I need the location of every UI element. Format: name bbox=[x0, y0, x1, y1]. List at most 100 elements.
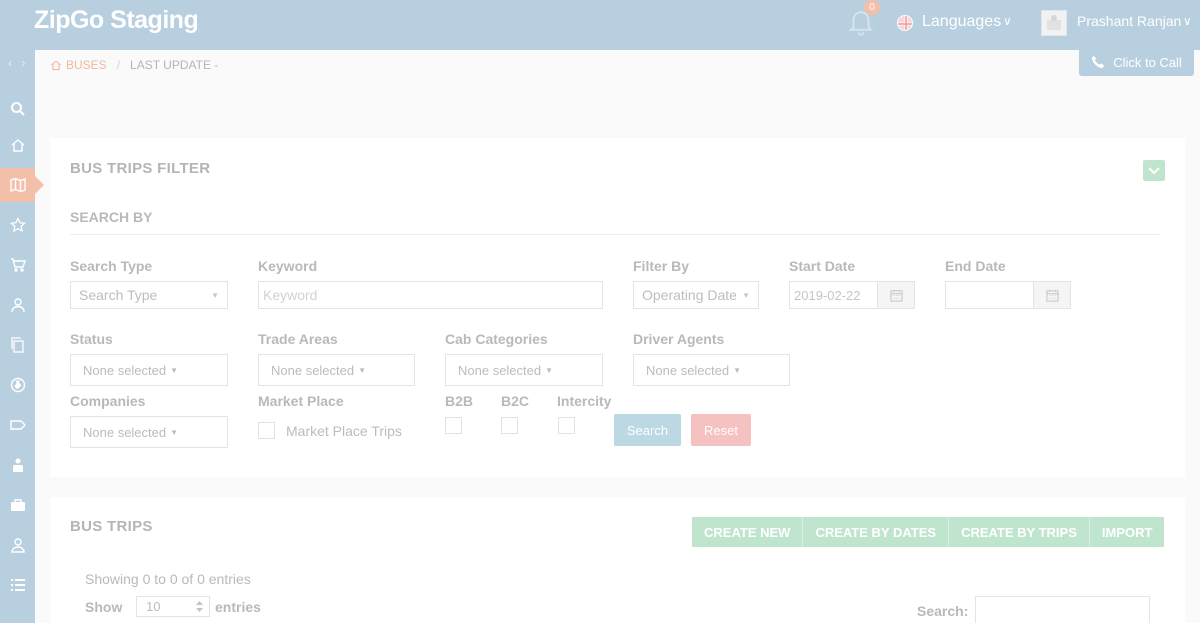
create-by-trips-button[interactable]: CREATE BY TRIPS bbox=[949, 517, 1090, 547]
search-type-select[interactable]: Search Type ▼ bbox=[70, 281, 228, 309]
search-button[interactable]: Search bbox=[614, 414, 681, 446]
search-type-label: Search Type bbox=[70, 258, 153, 274]
entries-info: Showing 0 to 0 of 0 entries bbox=[85, 571, 251, 587]
create-by-dates-button[interactable]: CREATE BY DATES bbox=[803, 517, 950, 547]
search-icon bbox=[10, 102, 25, 116]
table-search-input[interactable] bbox=[975, 596, 1150, 623]
sidebar-item-profile[interactable] bbox=[0, 528, 35, 562]
sidebar-item-tags[interactable] bbox=[0, 408, 35, 442]
intercity-label: Intercity bbox=[557, 393, 612, 409]
driver-agents-label: Driver Agents bbox=[633, 331, 725, 347]
calendar-icon[interactable] bbox=[1033, 282, 1070, 308]
avatar[interactable] bbox=[1041, 10, 1067, 36]
stepper-icon bbox=[196, 601, 203, 612]
click-to-call-button[interactable]: Click to Call bbox=[1079, 48, 1194, 76]
sidebar-item-list[interactable] bbox=[0, 568, 35, 602]
list-icon bbox=[10, 579, 25, 591]
trade-areas-multiselect[interactable]: None selected ▼ bbox=[258, 354, 415, 386]
b2b-label: B2B bbox=[445, 393, 474, 409]
cab-categories-label: Cab Categories bbox=[445, 331, 548, 347]
chevron-down-icon[interactable]: ∨ bbox=[1183, 14, 1192, 28]
driver-agents-value: None selected bbox=[646, 362, 730, 378]
sidebar-item-companies[interactable] bbox=[0, 488, 35, 522]
breadcrumb-home[interactable]: BUSES bbox=[50, 58, 107, 72]
caret-down-icon: ▼ bbox=[733, 365, 742, 375]
breadcrumb-current: LAST UPDATE - bbox=[130, 58, 219, 72]
driver-agents-multiselect[interactable]: None selected ▼ bbox=[633, 354, 790, 386]
collapse-button[interactable] bbox=[1143, 160, 1165, 181]
cart-icon bbox=[10, 258, 26, 272]
market-place-option-label: Market Place Trips bbox=[286, 423, 402, 439]
import-button[interactable]: IMPORT bbox=[1089, 517, 1165, 547]
languages-menu[interactable]: Languages bbox=[922, 13, 1001, 31]
table-search-label: Search: bbox=[917, 603, 969, 619]
status-multiselect[interactable]: None selected ▼ bbox=[70, 354, 228, 386]
trip-actions: CREATE NEW CREATE BY DATES CREATE BY TRI… bbox=[692, 517, 1165, 547]
page-size-select[interactable]: 10 bbox=[136, 596, 210, 617]
b2c-checkbox[interactable] bbox=[501, 417, 518, 434]
bus-trips-title: BUS TRIPS bbox=[70, 518, 153, 535]
filter-panel-title: BUS TRIPS FILTER bbox=[70, 160, 211, 177]
user-menu[interactable]: Prashant Ranjan bbox=[1077, 13, 1181, 29]
start-date-value: 2019-02-22 bbox=[794, 287, 861, 303]
end-date-input[interactable] bbox=[945, 281, 1071, 309]
person-icon bbox=[10, 538, 25, 553]
filter-by-value: Operating Date bbox=[642, 287, 737, 303]
companies-label: Companies bbox=[70, 393, 146, 409]
briefcase-icon bbox=[10, 499, 25, 511]
caret-down-icon: ▼ bbox=[742, 290, 750, 300]
caret-down-icon: ▼ bbox=[170, 365, 179, 375]
intercity-checkbox[interactable] bbox=[558, 417, 575, 434]
sidebar-item-buses[interactable] bbox=[0, 168, 44, 202]
star-icon bbox=[9, 217, 26, 233]
filter-by-select[interactable]: Operating Date ▼ bbox=[633, 281, 759, 309]
caret-down-icon: ▼ bbox=[358, 365, 367, 375]
chevron-down-icon bbox=[1148, 166, 1160, 174]
sidebar-item-cart[interactable] bbox=[0, 248, 35, 282]
caret-down-icon: ▼ bbox=[211, 290, 219, 300]
cab-categories-value: None selected bbox=[458, 362, 542, 378]
divider bbox=[70, 234, 1160, 235]
brand-logo[interactable]: ZipGo Staging bbox=[34, 6, 199, 35]
home-icon bbox=[11, 139, 24, 152]
end-date-label: End Date bbox=[945, 258, 1006, 274]
trade-areas-value: None selected bbox=[271, 362, 355, 378]
home-icon bbox=[51, 60, 61, 71]
sidebar-item-home[interactable] bbox=[0, 128, 35, 162]
sidebar-item-favorites[interactable] bbox=[0, 208, 35, 242]
sidebar-item-users[interactable] bbox=[0, 288, 35, 322]
sidebar-toggle[interactable]: ‹ › bbox=[8, 56, 28, 70]
calendar-icon[interactable] bbox=[877, 282, 914, 308]
companies-multiselect[interactable]: None selected ▼ bbox=[70, 416, 228, 448]
sidebar-item-documents[interactable] bbox=[0, 328, 35, 362]
create-new-button[interactable]: CREATE NEW bbox=[692, 517, 804, 547]
bus-trips-panel: BUS TRIPS CREATE NEW CREATE BY DATES CRE… bbox=[50, 497, 1185, 623]
b2c-label: B2C bbox=[501, 393, 530, 409]
end-date-value bbox=[946, 282, 1033, 308]
market-place-checkbox[interactable] bbox=[258, 422, 275, 439]
tag-icon bbox=[9, 420, 26, 430]
entries-label: entries bbox=[215, 599, 261, 615]
sidebar-item-global[interactable] bbox=[0, 368, 35, 402]
cab-categories-multiselect[interactable]: None selected ▼ bbox=[445, 354, 603, 386]
caret-down-icon: ▼ bbox=[170, 427, 179, 437]
companies-value: None selected bbox=[83, 424, 167, 440]
page-size-value: 10 bbox=[146, 599, 161, 614]
breadcrumb-buses-link[interactable]: BUSES bbox=[66, 58, 107, 72]
b2b-checkbox[interactable] bbox=[445, 417, 462, 434]
show-label: Show bbox=[85, 599, 123, 615]
filter-by-label: Filter By bbox=[633, 258, 690, 274]
caret-down-icon: ▼ bbox=[545, 365, 554, 375]
keyword-input[interactable]: Keyword bbox=[258, 281, 603, 309]
sidebar-item-drivers[interactable] bbox=[0, 448, 35, 482]
click-to-call-label: Click to Call bbox=[1113, 54, 1182, 70]
chevron-down-icon[interactable]: ∨ bbox=[1003, 14, 1012, 28]
reset-button[interactable]: Reset bbox=[691, 414, 751, 446]
keyword-label: Keyword bbox=[258, 258, 318, 274]
top-header: ZipGo Staging 0 Languages ∨ Prashant Ran… bbox=[0, 0, 1200, 50]
map-icon bbox=[9, 177, 26, 193]
bus-trips-filter-panel: BUS TRIPS FILTER SEARCH BY Search Type S… bbox=[50, 138, 1185, 477]
sidebar-item-search[interactable] bbox=[0, 92, 35, 126]
globe-icon bbox=[10, 377, 25, 393]
start-date-input[interactable]: 2019-02-22 bbox=[789, 281, 915, 309]
